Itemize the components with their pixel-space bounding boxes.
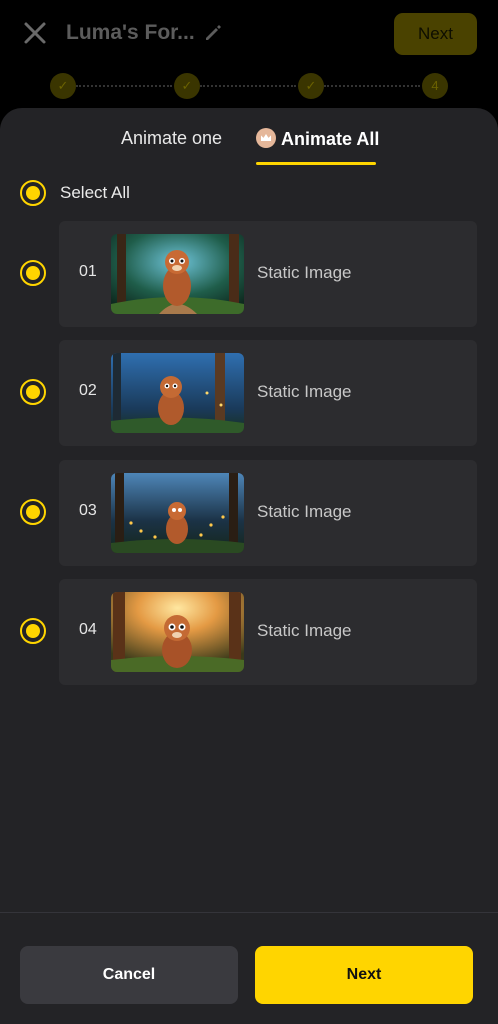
project-title: Luma's For... [66, 21, 195, 44]
progress-steps: ✓ ✓ ✓ 4 [48, 73, 448, 99]
item-04-radio[interactable] [20, 618, 46, 644]
item-03-radio[interactable] [20, 499, 46, 525]
animate-sheet: Animate one Animate All Select All 01 St… [0, 108, 498, 1024]
step-2-check: ✓ [174, 73, 200, 99]
step-connector [76, 85, 172, 87]
tab-bar: Animate one Animate All [0, 108, 498, 168]
tab-animate-all-label: Animate All [281, 129, 380, 149]
thumbnail-image [111, 234, 244, 314]
top-header: Luma's For... Next ✓ ✓ ✓ 4 [0, 0, 498, 99]
list-item[interactable]: 04 Static Image [59, 579, 477, 685]
pencil-icon[interactable] [203, 23, 223, 43]
item-status: Static Image [257, 263, 352, 282]
item-status: Static Image [257, 382, 352, 401]
select-all-radio[interactable] [20, 180, 46, 206]
cancel-button[interactable]: Cancel [20, 946, 238, 1004]
crown-icon [256, 128, 276, 148]
thumbnail-image [111, 473, 244, 553]
thumbnail-image [111, 592, 244, 672]
step-1-check: ✓ [50, 73, 76, 99]
close-icon[interactable] [20, 18, 50, 48]
item-status: Static Image [257, 502, 352, 521]
tab-animate-one[interactable]: Animate one [121, 128, 222, 149]
item-number: 04 [79, 621, 97, 638]
footer-divider [0, 912, 498, 913]
header-next-button[interactable]: Next [394, 13, 477, 55]
item-status: Static Image [257, 621, 352, 640]
item-01-radio[interactable] [20, 260, 46, 286]
step-3-check: ✓ [298, 73, 324, 99]
thumbnail-image [111, 353, 244, 433]
screen: Luma's For... Next ✓ ✓ ✓ 4 Animate one A… [0, 0, 498, 1024]
step-4: 4 [422, 73, 448, 99]
next-button[interactable]: Next [255, 946, 473, 1004]
step-connector [324, 85, 420, 87]
item-number: 02 [79, 382, 97, 399]
item-02-radio[interactable] [20, 379, 46, 405]
item-number: 01 [79, 263, 97, 280]
select-all-label[interactable]: Select All [60, 183, 130, 203]
list-item[interactable]: 02 Static Image [59, 340, 477, 446]
list-item[interactable]: 01 Static Image [59, 221, 477, 327]
tab-animate-all[interactable]: Animate All [256, 128, 379, 150]
list-item[interactable]: 03 Static Image [59, 460, 477, 566]
active-tab-indicator [256, 162, 376, 165]
item-number: 03 [79, 502, 97, 519]
step-connector [200, 85, 296, 87]
